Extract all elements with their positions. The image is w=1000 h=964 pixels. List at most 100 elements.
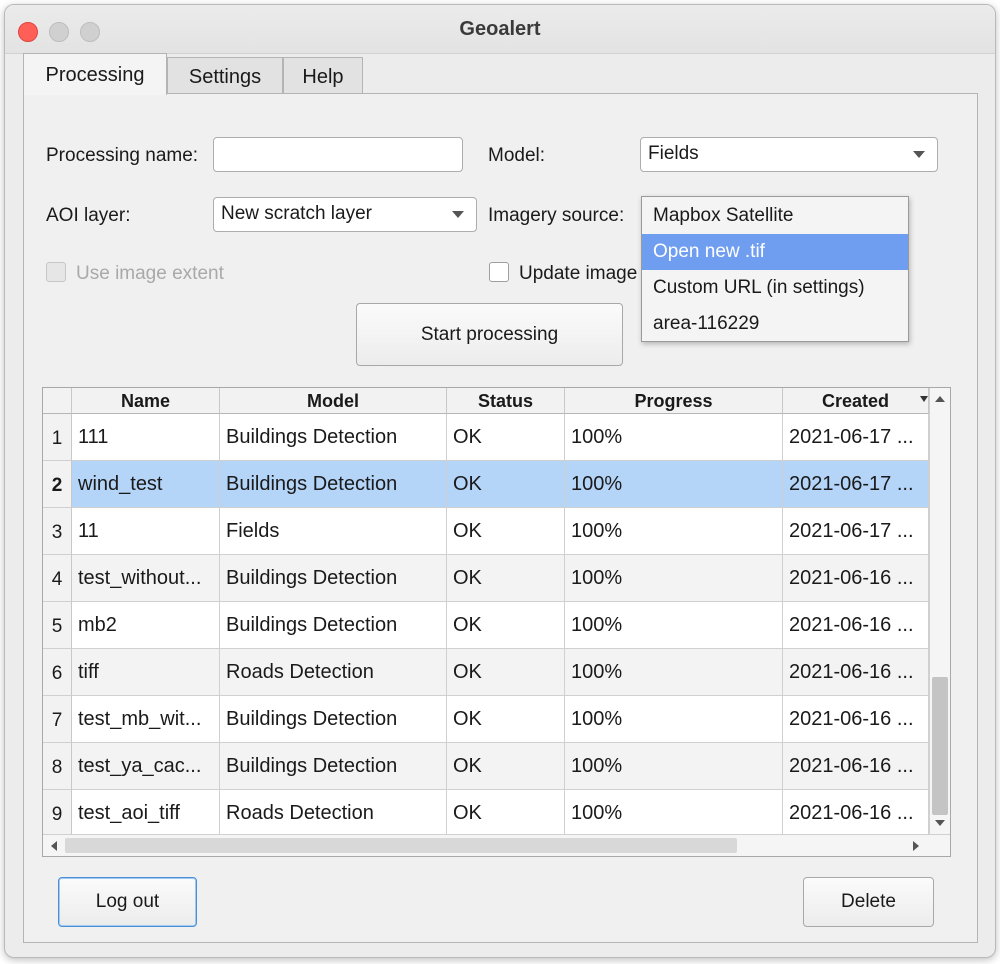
column-header-created[interactable]: Created xyxy=(783,388,929,414)
cell-model: Buildings Detection xyxy=(220,555,447,602)
cell-name: 111 xyxy=(72,414,220,461)
table-row[interactable]: 9 test_aoi_tiff Roads Detection OK 100% 2021-… xyxy=(43,790,929,837)
imagery-source-label: Imagery source: xyxy=(488,205,625,226)
cell-created: 2021-06-16 ... xyxy=(783,696,929,743)
cell-created: 2021-06-16 ... xyxy=(783,743,929,790)
cell-status: OK xyxy=(447,555,565,602)
cell-created: 2021-06-16 ... xyxy=(783,790,929,837)
cell-model: Buildings Detection xyxy=(220,602,447,649)
row-number[interactable]: 3 xyxy=(43,508,72,555)
sort-descending-icon xyxy=(920,396,928,402)
chevron-down-icon xyxy=(913,151,925,158)
cell-name: test_without... xyxy=(72,555,220,602)
row-number[interactable]: 9 xyxy=(43,790,72,837)
cell-progress: 100% xyxy=(565,555,783,602)
start-processing-button[interactable]: Start processing xyxy=(356,303,623,366)
table-corner xyxy=(43,388,72,414)
cell-progress: 100% xyxy=(565,696,783,743)
cell-created: 2021-06-17 ... xyxy=(783,508,929,555)
row-number[interactable]: 5 xyxy=(43,602,72,649)
cell-name: wind_test xyxy=(72,461,220,508)
update-image-checkbox[interactable] xyxy=(489,262,509,282)
column-header-progress[interactable]: Progress xyxy=(565,388,783,414)
model-select-value: Fields xyxy=(648,143,699,164)
scroll-up-icon[interactable] xyxy=(934,394,946,404)
cell-progress: 100% xyxy=(565,602,783,649)
column-header-name[interactable]: Name xyxy=(72,388,220,414)
cell-status: OK xyxy=(447,414,565,461)
dropdown-option-area[interactable]: area-116229 xyxy=(642,306,908,342)
cell-progress: 100% xyxy=(565,508,783,555)
scroll-down-icon[interactable] xyxy=(934,818,946,828)
cell-name: test_mb_wit... xyxy=(72,696,220,743)
table-row[interactable]: 6 tiff Roads Detection OK 100% 2021-06-16 ... xyxy=(43,649,929,696)
dropdown-option-mapbox-satellite[interactable]: Mapbox Satellite xyxy=(642,198,908,234)
cell-status: OK xyxy=(447,461,565,508)
aoi-layer-select[interactable]: New scratch layer xyxy=(213,197,477,232)
cell-status: OK xyxy=(447,743,565,790)
cell-status: OK xyxy=(447,790,565,837)
cell-model: Buildings Detection xyxy=(220,414,447,461)
use-image-extent-checkbox[interactable] xyxy=(46,262,66,282)
column-header-status[interactable]: Status xyxy=(447,388,565,414)
processing-name-input[interactable] xyxy=(213,137,463,172)
row-number[interactable]: 6 xyxy=(43,649,72,696)
scroll-right-icon[interactable] xyxy=(911,840,921,852)
cell-created: 2021-06-17 ... xyxy=(783,414,929,461)
table-row[interactable]: 4 test_without... Buildings Detection OK 100… xyxy=(43,555,929,602)
row-number[interactable]: 4 xyxy=(43,555,72,602)
table-row[interactable]: 3 11 Fields OK 100% 2021-06-17 ... xyxy=(43,508,929,555)
delete-button[interactable]: Delete xyxy=(803,877,934,927)
cell-name: tiff xyxy=(72,649,220,696)
cell-progress: 100% xyxy=(565,461,783,508)
table-row[interactable]: 5 mb2 Buildings Detection OK 100% 2021-06-16 … xyxy=(43,602,929,649)
tab-settings[interactable]: Settings xyxy=(167,57,283,95)
imagery-source-dropdown: Mapbox Satellite Open new .tif Custom UR… xyxy=(641,196,909,342)
row-number[interactable]: 2 xyxy=(43,461,72,508)
table-row[interactable]: 1 111 Buildings Detection OK 100% 2021-06-17 … xyxy=(43,414,929,461)
cell-name: test_ya_cac... xyxy=(72,743,220,790)
cell-status: OK xyxy=(447,649,565,696)
title-bar[interactable]: Geoalert xyxy=(5,5,995,54)
cell-progress: 100% xyxy=(565,790,783,837)
scroll-left-icon[interactable] xyxy=(49,840,59,852)
horizontal-scroll-thumb[interactable] xyxy=(65,838,737,853)
vertical-scrollbar[interactable] xyxy=(929,388,950,834)
cell-created: 2021-06-16 ... xyxy=(783,649,929,696)
cell-model: Roads Detection xyxy=(220,790,447,837)
cell-progress: 100% xyxy=(565,649,783,696)
chevron-down-icon xyxy=(452,211,464,218)
row-number[interactable]: 7 xyxy=(43,696,72,743)
cell-model: Roads Detection xyxy=(220,649,447,696)
table-row[interactable]: 8 test_ya_cac... Buildings Detection OK 100%… xyxy=(43,743,929,790)
window-title: Geoalert xyxy=(459,18,541,40)
column-header-model[interactable]: Model xyxy=(220,388,447,414)
table-row[interactable]: 7 test_mb_wit... Buildings Detection OK 100%… xyxy=(43,696,929,743)
dropdown-option-open-new-tif[interactable]: Open new .tif xyxy=(642,234,908,270)
horizontal-scrollbar[interactable] xyxy=(43,834,950,856)
cell-progress: 100% xyxy=(565,743,783,790)
model-label: Model: xyxy=(488,145,546,166)
model-select[interactable]: Fields xyxy=(640,137,938,172)
processing-name-label: Processing name: xyxy=(46,145,199,166)
cell-model: Fields xyxy=(220,508,447,555)
cell-model: Buildings Detection xyxy=(220,461,447,508)
log-out-button[interactable]: Log out xyxy=(58,877,197,927)
update-image-label: Update image xyxy=(519,263,638,284)
tab-help[interactable]: Help xyxy=(283,57,363,95)
use-image-extent-label: Use image extent xyxy=(76,263,224,284)
cell-name: 11 xyxy=(72,508,220,555)
table-row[interactable]: 2 wind_test Buildings Detection OK 100% 2021-… xyxy=(43,461,929,508)
cell-status: OK xyxy=(447,696,565,743)
cell-created: 2021-06-16 ... xyxy=(783,602,929,649)
aoi-layer-select-value: New scratch layer xyxy=(221,203,372,224)
dropdown-option-custom-url[interactable]: Custom URL (in settings) xyxy=(642,270,908,306)
aoi-layer-label: AOI layer: xyxy=(46,205,131,226)
processings-table: Name Model Status Progress Created 1 111 B… xyxy=(42,387,951,857)
vertical-scroll-thumb[interactable] xyxy=(932,677,948,815)
row-number[interactable]: 1 xyxy=(43,414,72,461)
row-number[interactable]: 8 xyxy=(43,743,72,790)
cell-progress: 100% xyxy=(565,414,783,461)
tab-processing[interactable]: Processing xyxy=(23,53,167,95)
cell-model: Buildings Detection xyxy=(220,743,447,790)
